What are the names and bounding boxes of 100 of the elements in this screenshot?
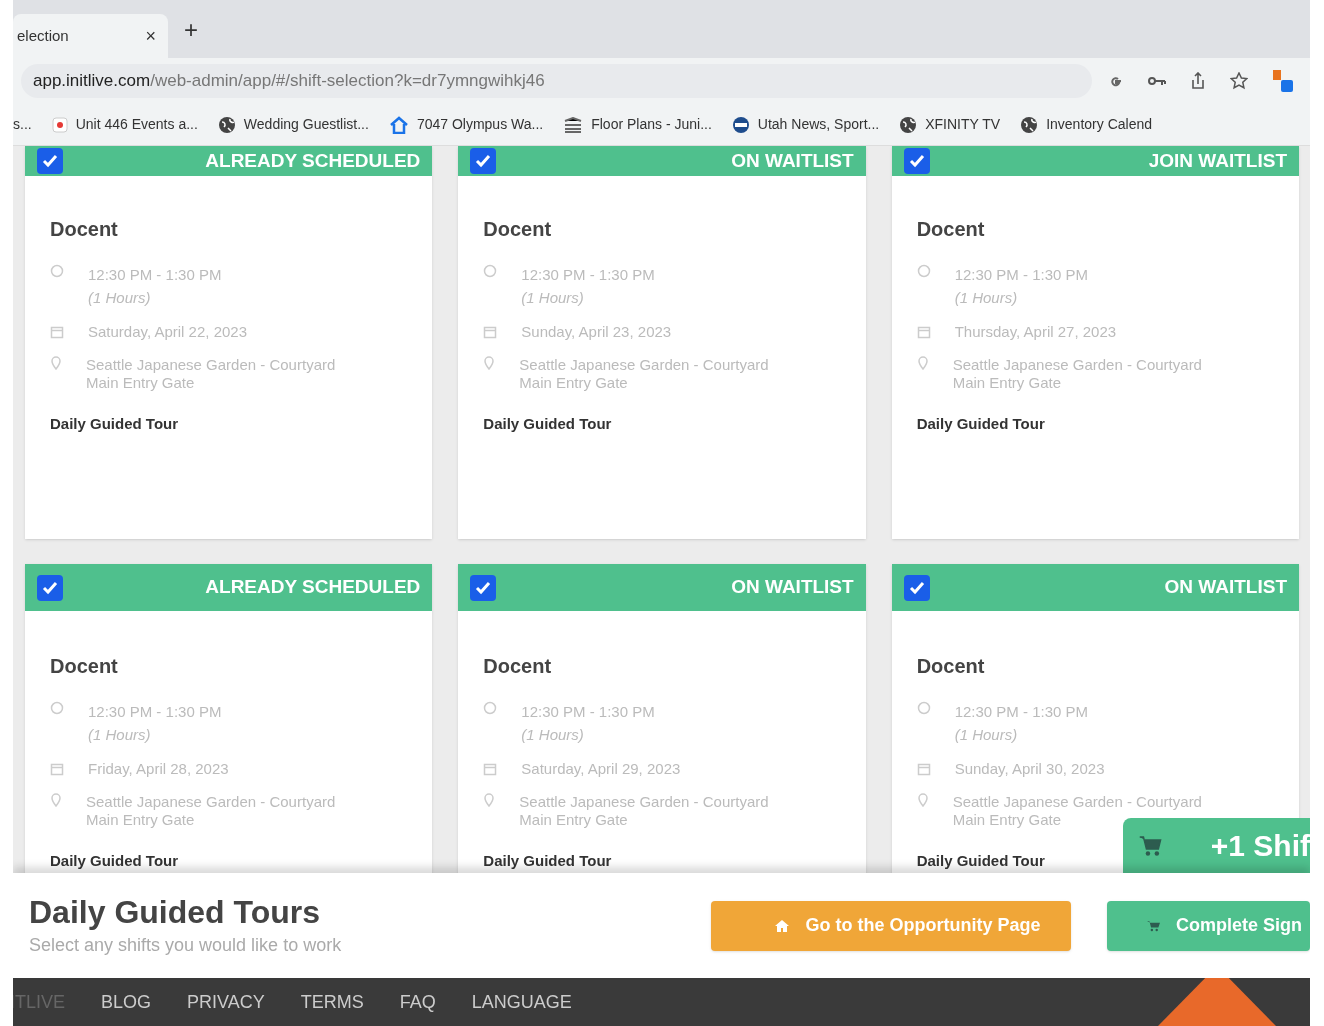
globe-icon [899, 115, 918, 134]
shift-date: Friday, April 28, 2023 [88, 759, 229, 779]
shift-title: Docent [916, 217, 986, 242]
calendar-icon [916, 762, 931, 777]
shift-duration: (1 Hours) [521, 724, 585, 745]
checkmark-icon [475, 580, 492, 595]
bookmark-link[interactable]: Inventory Calend [1046, 114, 1152, 135]
shift-duration: (1 Hours) [88, 724, 152, 745]
shift-status: ON WAITLIST [731, 148, 854, 173]
layers-icon [563, 116, 584, 133]
shift-time: 12:30 PM - 1:30 PM [88, 265, 222, 285]
bookmark-link[interactable]: s... [13, 114, 32, 135]
location-pin-icon [483, 355, 496, 370]
clock-icon [483, 264, 498, 278]
checkbox[interactable] [37, 574, 63, 601]
bookmark-page-icon [51, 116, 68, 133]
calendar-icon [50, 762, 64, 777]
clock-icon [916, 264, 931, 278]
shift-location: Seattle Japanese Garden - Courtyard [952, 355, 1202, 375]
star-icon[interactable] [1230, 72, 1248, 90]
checkbox[interactable] [903, 574, 930, 601]
tour-name: Daily Guided Tour [483, 414, 613, 434]
share-icon[interactable] [1190, 72, 1206, 90]
shift-title: Docent [483, 217, 553, 242]
location-pin-icon [50, 355, 62, 370]
location-pin-icon [50, 792, 62, 807]
footer-link[interactable]: BLOG [101, 988, 152, 1016]
shift-location-detail: Main Entry Gate [86, 374, 196, 393]
shift-time: 12:30 PM - 1:30 PM [521, 265, 655, 285]
clock-icon [483, 701, 498, 715]
bookmark-link[interactable]: Utah News, Sport... [757, 114, 880, 135]
footer-link[interactable]: PRIVACY [187, 988, 265, 1016]
shift-date: Sunday, April 23, 2023 [521, 322, 672, 342]
home-icon [773, 918, 790, 933]
clock-icon [50, 264, 64, 278]
address-bar[interactable]: app.initlive.com/web-admin/app/#/shift-selection?k=dr7ymngwihkj46 [21, 64, 1092, 98]
checkmark-icon [42, 580, 58, 595]
checkmark-icon [908, 580, 925, 595]
checkbox[interactable] [903, 148, 930, 174]
shift-time: 12:30 PM - 1:30 PM [954, 265, 1089, 285]
shift-date: Thursday, April 27, 2023 [954, 322, 1117, 342]
bookmark-link[interactable]: Floor Plans - Juni... [591, 114, 712, 135]
checkbox[interactable] [470, 574, 497, 601]
bookmark-link[interactable]: 7047 Olympus Wa... [416, 114, 544, 135]
location-pin-icon [916, 792, 929, 807]
globe-icon [1020, 115, 1039, 134]
shift-date: Saturday, April 29, 2023 [521, 759, 681, 779]
checkmark-icon [908, 154, 925, 168]
page-subtitle: Select any shifts you would like to work [29, 934, 343, 957]
footer-link[interactable]: FAQ [399, 988, 436, 1016]
shift-duration: (1 Hours) [521, 287, 585, 308]
tour-name: Daily Guided Tour [50, 851, 180, 871]
shift-location: Seattle Japanese Garden - Courtyard [519, 792, 769, 812]
shift-location-detail: Main Entry Gate [952, 811, 1063, 830]
cart-icon [1147, 918, 1160, 933]
shift-location: Seattle Japanese Garden - Courtyard [519, 355, 769, 375]
tour-name: Daily Guided Tour [916, 414, 1046, 434]
shift-location: Seattle Japanese Garden - Courtyard [952, 792, 1202, 812]
calendar-icon [483, 325, 498, 340]
checkbox[interactable] [470, 148, 497, 174]
shift-location-detail: Main Entry Gate [952, 374, 1063, 393]
shift-title: Docent [916, 654, 986, 679]
calendar-icon [483, 762, 498, 777]
calendar-icon [50, 325, 64, 340]
browser-tab[interactable]: election × [13, 14, 168, 58]
globe-icon [217, 115, 236, 134]
shift-location-detail: Main Entry Gate [86, 811, 196, 830]
shift-date: Sunday, April 30, 2023 [954, 759, 1105, 779]
shift-date: Saturday, April 22, 2023 [88, 322, 247, 342]
shift-duration: (1 Hours) [954, 724, 1019, 745]
checkbox[interactable] [37, 148, 63, 174]
tour-name: Daily Guided Tour [50, 414, 180, 434]
shift-duration: (1 Hours) [88, 287, 152, 308]
page-title: Daily Guided Tours [29, 893, 321, 932]
news-logo-icon [731, 115, 750, 134]
shift-status: ALREADY SCHEDULED [205, 575, 421, 600]
calendar-icon [916, 325, 931, 340]
key-icon[interactable] [1148, 76, 1166, 86]
shift-title: Docent [50, 654, 119, 679]
clock-icon [916, 701, 931, 715]
bookmark-link[interactable]: Unit 446 Events a... [75, 114, 198, 135]
shift-duration: (1 Hours) [954, 287, 1019, 308]
shift-location-detail: Main Entry Gate [519, 374, 629, 393]
bookmark-link[interactable]: Wedding Guestlist... [243, 114, 369, 135]
shift-location: Seattle Japanese Garden - Courtyard [86, 792, 336, 812]
tour-name: Daily Guided Tour [483, 851, 613, 871]
shift-title: Docent [483, 654, 553, 679]
footer-link[interactable]: TERMS [300, 988, 364, 1016]
shift-title: Docent [50, 217, 119, 242]
extension-icon[interactable] [1272, 69, 1294, 93]
shift-status: ON WAITLIST [731, 575, 854, 600]
bookmark-link[interactable]: XFINITY TV [925, 114, 1001, 135]
close-icon[interactable]: × [145, 22, 156, 50]
shift-time: 12:30 PM - 1:30 PM [954, 702, 1089, 722]
location-pin-icon [916, 355, 929, 370]
tour-name: Daily Guided Tour [916, 851, 1046, 871]
new-tab-button[interactable]: + [184, 14, 198, 46]
shift-location-detail: Main Entry Gate [519, 811, 629, 830]
location-pin-icon [483, 792, 496, 807]
footer-link[interactable]: LANGUAGE [471, 988, 572, 1016]
